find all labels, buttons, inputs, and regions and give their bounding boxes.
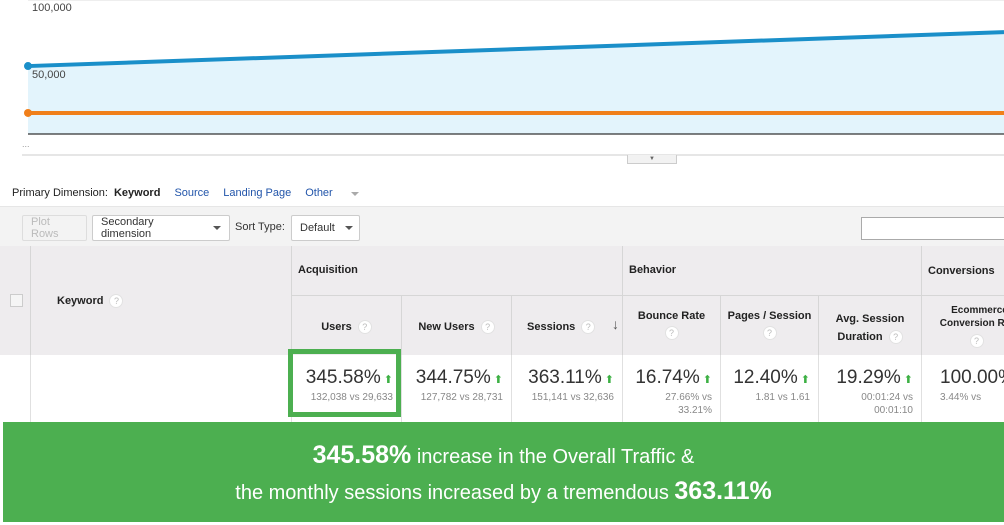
arrow-up-icon: ⬆ bbox=[604, 374, 614, 386]
column-label: Sessions bbox=[527, 320, 576, 333]
cell-pages-session: 12.40% ⬆ 1.81 vs 1.61 bbox=[721, 355, 819, 423]
sessions-increase: 363.11% bbox=[674, 477, 772, 505]
column-avg-session-duration[interactable]: Avg. Session Duration? bbox=[819, 296, 922, 356]
percent-change: 100.00% bbox=[940, 367, 1004, 388]
dimension-keyword[interactable]: Keyword bbox=[114, 187, 160, 199]
cell-sessions: 363.11% ⬆ 151,141 vs 32,636 bbox=[512, 355, 623, 423]
chevron-down-icon bbox=[213, 226, 221, 230]
help-icon[interactable]: ? bbox=[888, 330, 903, 345]
dimension-landing-page[interactable]: Landing Page bbox=[223, 187, 291, 199]
highlight-box bbox=[288, 349, 401, 417]
y-tick-100000: 100,000 bbox=[32, 2, 72, 14]
column-label: Users bbox=[321, 320, 352, 333]
arrow-up-icon: ⬆ bbox=[903, 374, 913, 386]
keyword-header[interactable]: Keyword? bbox=[31, 246, 292, 356]
chevron-down-icon: ▼ bbox=[649, 156, 655, 162]
column-label: New Users bbox=[418, 320, 475, 333]
column-sessions[interactable]: Sessions? ↓ bbox=[512, 296, 623, 356]
column-label: Bounce Rate bbox=[637, 310, 706, 322]
chart-collapse-toggle[interactable]: ▼ bbox=[627, 155, 677, 164]
percent-change: 19.29% bbox=[836, 367, 901, 388]
comparison-values: 3.44% vs bbox=[940, 392, 982, 403]
column-label: Ecommerce Conversion Rate bbox=[939, 305, 1004, 329]
cell-avg-session-duration: 19.29% ⬆ 00:01:24 vs 00:01:10 bbox=[819, 355, 922, 423]
table-toolbar: Plot Rows Secondary dimension Sort Type:… bbox=[0, 206, 1004, 246]
primary-dimension-label: Primary Dimension: bbox=[12, 187, 108, 199]
help-icon[interactable]: ? bbox=[357, 320, 372, 334]
column-new-users[interactable]: New Users? bbox=[402, 296, 512, 356]
row-checkbox-cell bbox=[0, 355, 31, 423]
comparison-values: 1.81 vs 1.61 bbox=[755, 392, 810, 403]
help-icon[interactable]: ? bbox=[581, 320, 596, 334]
dimension-source[interactable]: Source bbox=[174, 187, 209, 199]
banner-text: the monthly sessions increased by a trem… bbox=[235, 482, 675, 504]
sort-descending-icon[interactable]: ↓ bbox=[612, 316, 619, 332]
summary-banner: 345.58% increase in the Overall Traffic … bbox=[3, 422, 1004, 522]
arrow-up-icon: ⬆ bbox=[493, 374, 503, 386]
dimension-other[interactable]: Other bbox=[305, 187, 373, 199]
secondary-dimension-label: Secondary dimension bbox=[101, 216, 154, 240]
banner-line-1: 345.58% increase in the Overall Traffic … bbox=[3, 438, 1004, 474]
chevron-down-icon bbox=[350, 192, 359, 196]
dimension-other-label: Other bbox=[305, 187, 333, 199]
column-bounce-rate[interactable]: Bounce Rate? bbox=[623, 296, 721, 356]
line-chart bbox=[22, 0, 1004, 156]
help-icon[interactable]: ? bbox=[969, 334, 984, 348]
group-acquisition: Acquisition bbox=[292, 246, 623, 296]
comparison-values: 127,782 vs 28,731 bbox=[420, 392, 503, 403]
sort-type-dropdown[interactable]: Default bbox=[291, 215, 360, 241]
cell-new-users: 344.75% ⬆ 127,782 vs 28,731 bbox=[402, 355, 512, 423]
arrow-up-icon: ⬆ bbox=[702, 374, 712, 386]
cell-ecommerce-conversion-rate: 100.00% 3.44% vs bbox=[922, 355, 1004, 423]
sort-type-value: Default bbox=[300, 222, 335, 234]
help-icon[interactable]: ? bbox=[762, 326, 777, 340]
cell-bounce-rate: 16.74% ⬆ 27.66% vs 33.21% bbox=[623, 355, 721, 423]
percent-change: 16.74% bbox=[635, 367, 700, 388]
select-all-checkbox[interactable] bbox=[10, 294, 23, 307]
keyword-header-label: Keyword bbox=[57, 294, 104, 307]
percent-change: 363.11% bbox=[528, 367, 602, 388]
column-pages-session[interactable]: Pages / Session? bbox=[721, 296, 819, 356]
group-conversions: Conversions bbox=[922, 246, 1004, 296]
y-tick-50000: 50,000 bbox=[32, 69, 66, 81]
group-behavior: Behavior bbox=[623, 246, 922, 296]
percent-change: 344.75% bbox=[415, 367, 491, 388]
traffic-increase: 345.58% bbox=[312, 441, 412, 469]
help-icon[interactable]: ? bbox=[664, 326, 679, 340]
column-label: Pages / Session bbox=[727, 310, 812, 322]
arrow-up-icon: ⬆ bbox=[800, 374, 810, 386]
comparison-values: 151,141 vs 32,636 bbox=[531, 392, 614, 403]
comparison-values: 27.66% vs 33.21% bbox=[665, 392, 712, 416]
series-point-orange bbox=[24, 108, 32, 117]
column-ecommerce-conversion-rate[interactable]: Ecommerce Conversion Rate? bbox=[922, 296, 1004, 356]
plot-rows-button[interactable]: Plot Rows bbox=[22, 215, 87, 241]
banner-line-2: the monthly sessions increased by a trem… bbox=[3, 474, 1004, 510]
primary-dimension-bar: Primary Dimension: Keyword Source Landin… bbox=[12, 187, 387, 199]
secondary-dimension-dropdown[interactable]: Secondary dimension bbox=[92, 215, 230, 241]
comparison-values: 00:01:24 vs 00:01:10 bbox=[861, 392, 913, 416]
help-icon[interactable]: ? bbox=[480, 320, 495, 334]
help-icon[interactable]: ? bbox=[109, 294, 124, 308]
banner-text: increase in the Overall Traffic & bbox=[411, 446, 695, 468]
table-search-input[interactable] bbox=[861, 217, 1004, 240]
x-label: ... bbox=[22, 139, 30, 149]
row-keyword-cell bbox=[31, 355, 292, 423]
chevron-down-icon bbox=[344, 226, 353, 230]
column-users[interactable]: Users? bbox=[292, 296, 402, 356]
series-point-blue bbox=[24, 62, 32, 71]
select-all-cell bbox=[0, 246, 31, 356]
percent-change: 12.40% bbox=[733, 367, 798, 388]
sort-type-label: Sort Type: bbox=[235, 221, 285, 233]
